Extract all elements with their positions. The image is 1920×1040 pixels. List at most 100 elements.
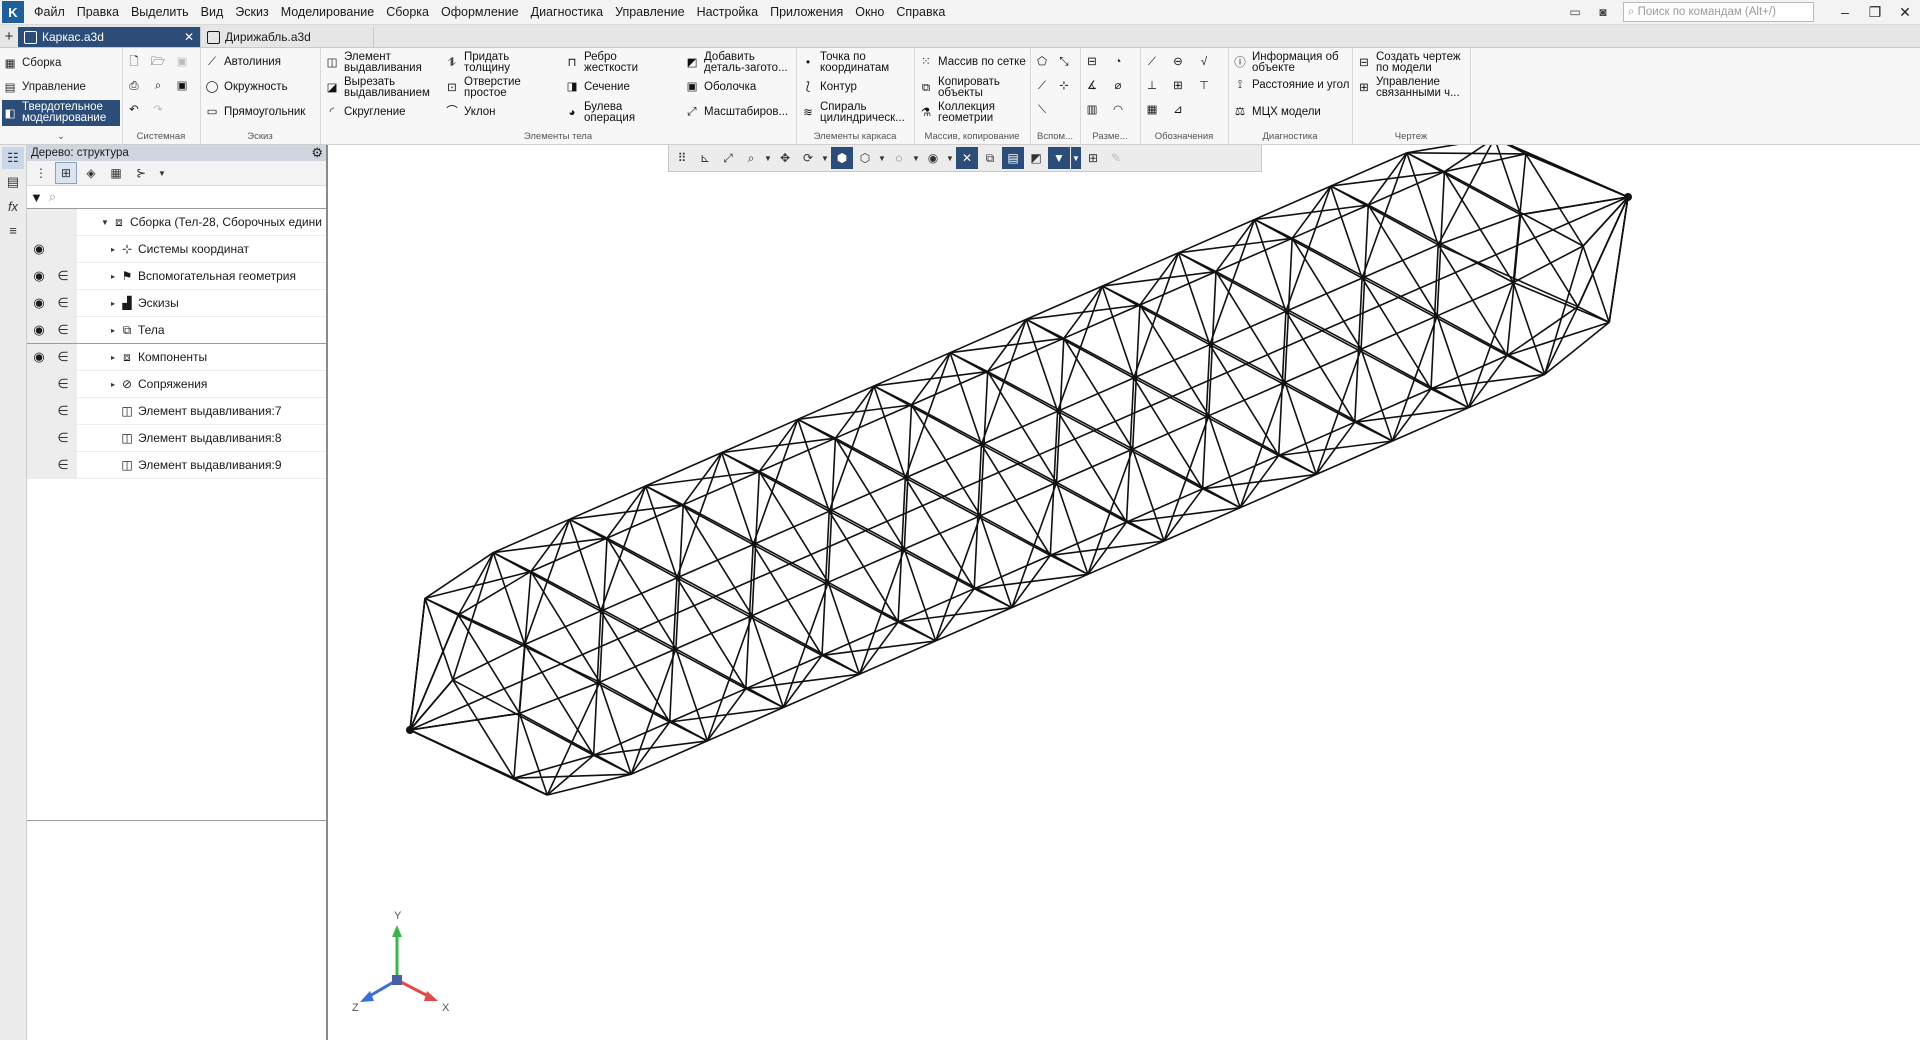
extrude-button[interactable]: ◫ Элемент выдавливания bbox=[324, 51, 436, 74]
chevron-right-icon[interactable]: ▸ bbox=[107, 380, 119, 389]
minimize-icon[interactable]: – bbox=[1830, 0, 1860, 24]
create-drawing-button[interactable]: ⊟ Создать чертеж по модели bbox=[1356, 51, 1470, 74]
tolerance-button[interactable]: ⊞ bbox=[1170, 78, 1186, 94]
dim-linear-button[interactable]: ⊟ bbox=[1084, 54, 1100, 70]
tree-root-row[interactable]: ▼ ⧈ Сборка (Тел-28, Сборочных едини bbox=[27, 209, 326, 236]
menu-assembly[interactable]: Сборка bbox=[380, 0, 435, 24]
section-button[interactable]: ◨ Сечение bbox=[564, 79, 630, 95]
print-button[interactable]: ⎙ bbox=[126, 78, 142, 94]
hole-button[interactable]: ⊡ Отверстие простое bbox=[444, 76, 534, 99]
thicken-button[interactable]: ⥮ Придать толщину bbox=[444, 51, 534, 74]
menu-diagnostics[interactable]: Диагностика bbox=[525, 0, 609, 24]
panel-toggle-icon[interactable]: ▭ bbox=[1563, 2, 1587, 22]
aux-axis-button[interactable]: ⤡ bbox=[1056, 54, 1072, 70]
restore-icon[interactable]: ❐ bbox=[1860, 0, 1890, 24]
menu-manage[interactable]: Управление bbox=[609, 0, 691, 24]
tab-dirizhabl[interactable]: Дирижабль.a3d bbox=[201, 27, 374, 47]
tree-options-icon[interactable]: ⊱ bbox=[130, 162, 152, 184]
cut-extrude-button[interactable]: ◪ Вырезать выдавливанием bbox=[324, 76, 436, 99]
aux-line-button[interactable]: ⟋ bbox=[1034, 78, 1050, 94]
visibility-eye-icon[interactable]: ◉ bbox=[27, 322, 51, 338]
close-tab-icon[interactable]: ✕ bbox=[184, 30, 194, 44]
undo-button[interactable]: ↶ bbox=[126, 102, 142, 118]
close-window-icon[interactable]: ✕ bbox=[1890, 0, 1920, 24]
properties-panel-icon[interactable]: ▤ bbox=[2, 171, 24, 193]
gear-icon[interactable]: ⚙ bbox=[311, 145, 323, 161]
tree-item[interactable]: ◉ ∈ ▸ ⧈ Компоненты bbox=[27, 344, 326, 371]
menu-settings[interactable]: Настройка bbox=[691, 0, 765, 24]
menu-edit[interactable]: Правка bbox=[71, 0, 125, 24]
tree-filter-bar[interactable]: ▼ ⌕ bbox=[27, 186, 326, 209]
menu-select[interactable]: Выделить bbox=[125, 0, 195, 24]
include-in-calc-icon[interactable]: ∈ bbox=[51, 349, 75, 365]
chevron-down-icon[interactable]: ▼ bbox=[99, 218, 111, 227]
mode-assembly[interactable]: ▦ Сборка bbox=[2, 52, 120, 74]
visibility-eye-icon[interactable]: ◉ bbox=[27, 241, 51, 257]
tree-item[interactable]: ∈ ◫ Элемент выдавливания:8 bbox=[27, 425, 326, 452]
tree-panel-icon[interactable]: ☷ bbox=[2, 147, 24, 169]
leader-button[interactable]: ⟋ bbox=[1144, 54, 1160, 70]
airship-frame-wireframe[interactable] bbox=[328, 145, 1920, 1040]
include-in-calc-icon[interactable]: ∈ bbox=[51, 322, 75, 338]
position-mark-button[interactable]: ⊖ bbox=[1170, 54, 1186, 70]
draft-button[interactable]: ⌒ Уклон bbox=[444, 104, 495, 120]
base-button[interactable]: ⊤ bbox=[1196, 78, 1212, 94]
layers-menu-icon[interactable]: ≡ bbox=[2, 219, 24, 241]
linked-drawings-button[interactable]: ⊞ Управление связанными ч... bbox=[1356, 76, 1470, 99]
fillet-button[interactable]: ◜ Скругление bbox=[324, 104, 406, 120]
include-in-calc-icon[interactable]: ∈ bbox=[51, 430, 75, 446]
preview-button[interactable]: ⌕ bbox=[150, 78, 166, 94]
rectangle-button[interactable]: ▭ Прямоугольник bbox=[204, 104, 306, 120]
search-icon[interactable]: ⌕ bbox=[49, 189, 56, 205]
dim-arc-button[interactable]: ◠ bbox=[1110, 102, 1126, 118]
text-mark-button[interactable]: ▦ bbox=[1144, 102, 1160, 118]
roughness-button[interactable]: √ bbox=[1196, 54, 1212, 70]
dim-radial-button[interactable]: ◔ bbox=[1110, 54, 1126, 70]
tree-item[interactable]: ◉ ∈ ▸ ▟ Эскизы bbox=[27, 290, 326, 317]
save-button[interactable]: ▣ bbox=[174, 78, 190, 94]
aux-csys-button[interactable]: ⊹ bbox=[1056, 78, 1072, 94]
helix-button[interactable]: ≋ Спираль цилиндрическ... bbox=[800, 101, 912, 124]
model-viewport[interactable]: ⠿ ⊾ ⤢ ⌕ ▼ ✥ ⟳ ▼ ⬢ ⬡ ▼ ◌ ▼ ◉ ▼ ✕ ⧉ ▤ ◩ ▼ … bbox=[328, 145, 1920, 1040]
include-in-calc-icon[interactable]: ∈ bbox=[51, 295, 75, 311]
tree-view-structure-icon[interactable]: ⊞ bbox=[55, 162, 77, 184]
variables-fx-icon[interactable]: fx bbox=[2, 195, 24, 217]
aux-plane-button[interactable]: ⬠ bbox=[1034, 54, 1050, 70]
tree-item[interactable]: ◉ ∈ ▸ ⧉ Тела bbox=[27, 317, 326, 344]
chevron-right-icon[interactable]: ▸ bbox=[107, 326, 119, 335]
dim-diameter-button[interactable]: ⌀ bbox=[1110, 78, 1126, 94]
chevron-right-icon[interactable]: ▸ bbox=[107, 272, 119, 281]
aux-point-button[interactable]: ⟍ bbox=[1034, 102, 1050, 118]
chevron-right-icon[interactable]: ▸ bbox=[107, 299, 119, 308]
tree-view-construction-icon[interactable]: ⋮ bbox=[30, 162, 52, 184]
menu-design[interactable]: Оформление bbox=[435, 0, 525, 24]
object-info-button[interactable]: ⓘ Информация об объекте bbox=[1232, 51, 1352, 74]
command-search-input[interactable]: ⌕ Поиск по командам (Alt+/) bbox=[1623, 2, 1814, 22]
filter-icon[interactable]: ▼ bbox=[30, 190, 43, 205]
menu-file[interactable]: Файл bbox=[28, 0, 71, 24]
mode-solid-modeling[interactable]: ◧ Твердотельное моделирование bbox=[2, 100, 120, 126]
tree-view-grid-icon[interactable]: ▦ bbox=[105, 162, 127, 184]
include-in-calc-icon[interactable]: ∈ bbox=[51, 457, 75, 473]
distance-angle-button[interactable]: ⟟ Расстояние и угол bbox=[1232, 77, 1352, 93]
redo-button[interactable]: ↷ bbox=[150, 102, 166, 118]
tab-karkas[interactable]: Каркас.a3d ✕ bbox=[18, 27, 201, 47]
copy-objects-button[interactable]: ⧉ Копировать объекты bbox=[918, 76, 1018, 99]
tree-item[interactable]: ∈ ◫ Элемент выдавливания:9 bbox=[27, 452, 326, 479]
mass-props-button[interactable]: ⚖ МЦХ модели bbox=[1232, 104, 1321, 120]
visibility-eye-icon[interactable]: ◉ bbox=[27, 295, 51, 311]
app-logo-icon[interactable]: K bbox=[2, 1, 24, 23]
rib-button[interactable]: ⊓ Ребро жесткости bbox=[564, 51, 654, 74]
add-part-button[interactable]: ◩ Добавить деталь-загото... bbox=[684, 51, 796, 74]
tree-item[interactable]: ∈ ▸ ⊘ Сопряжения bbox=[27, 371, 326, 398]
weld-button[interactable]: ⊿ bbox=[1170, 102, 1186, 118]
shell-button[interactable]: ▣ Оболочка bbox=[684, 79, 757, 95]
dim-angle-button[interactable]: ∡ bbox=[1084, 78, 1100, 94]
chevron-right-icon[interactable]: ▸ bbox=[107, 353, 119, 362]
menu-help[interactable]: Справка bbox=[890, 0, 951, 24]
mode-collapse-icon[interactable]: ⌄ bbox=[0, 130, 122, 144]
menu-sketch[interactable]: Эскиз bbox=[229, 0, 274, 24]
menu-apps[interactable]: Приложения bbox=[764, 0, 849, 24]
point-coords-button[interactable]: • Точка по координатам bbox=[800, 51, 910, 74]
mode-manage[interactable]: ▤ Управление bbox=[2, 76, 120, 98]
